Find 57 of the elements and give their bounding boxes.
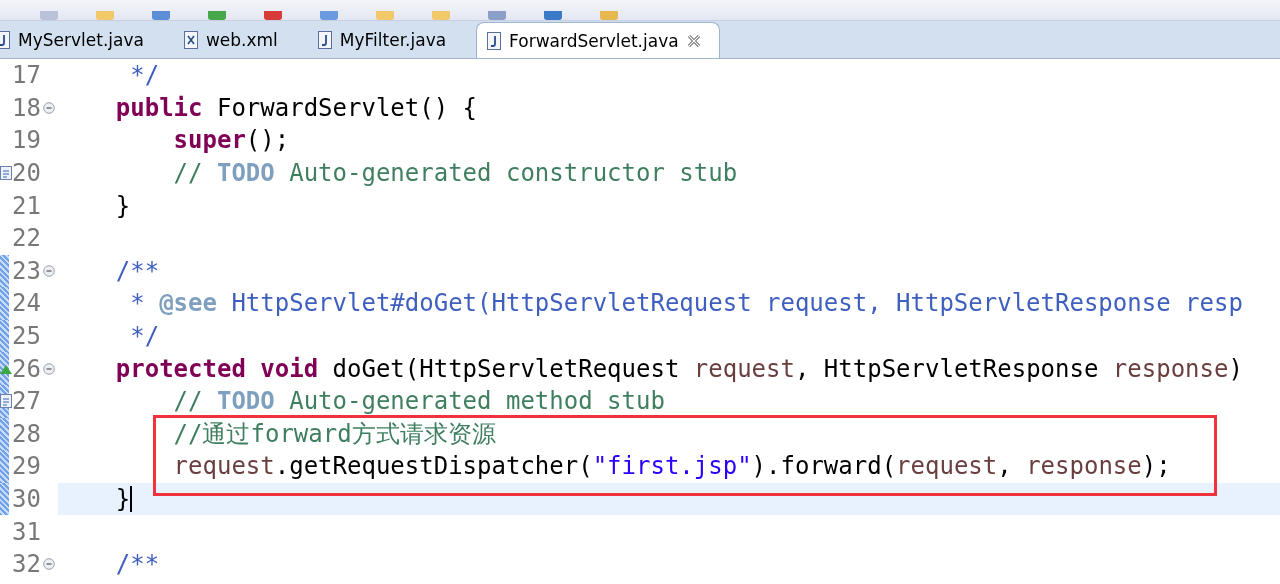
toolbar-icon[interactable] <box>376 11 394 20</box>
collapse-icon[interactable] <box>43 362 55 375</box>
toolbar-icon[interactable] <box>152 11 170 20</box>
text-cursor <box>130 486 133 512</box>
code-line: /** <box>114 550 160 579</box>
toolbar-icon[interactable] <box>544 11 562 20</box>
line-number: 20 <box>11 159 41 188</box>
line-number: 30 <box>11 485 41 513</box>
code-line: // TODO Auto-generated constructor stub <box>172 159 738 188</box>
line-number: 26 <box>11 354 41 383</box>
line-number: 25 <box>11 322 41 351</box>
editor-tab[interactable]: ForwardServlet.java <box>476 22 720 58</box>
code-line: */ <box>129 322 160 351</box>
toolbar-icon[interactable] <box>208 11 226 20</box>
code-line: } <box>114 191 131 220</box>
line-number: 28 <box>11 419 41 448</box>
code-line: public ForwardServlet() { <box>114 93 478 122</box>
editor-tab[interactable]: MyServlet.java <box>0 22 162 58</box>
line-number: 17 <box>11 61 41 90</box>
collapse-icon[interactable] <box>43 558 55 571</box>
java-file-icon <box>317 31 332 49</box>
line-number: 27 <box>11 387 41 416</box>
task-icon <box>0 394 12 409</box>
code-line: } <box>114 485 131 513</box>
toolbar-icon[interactable] <box>488 11 506 20</box>
line-number: 23 <box>11 256 41 285</box>
toolbar-icon[interactable] <box>264 11 282 20</box>
collapse-icon[interactable] <box>43 101 55 114</box>
code-line: // TODO Auto-generated method stub <box>172 387 665 416</box>
toolbar-icon[interactable] <box>432 11 450 20</box>
toolbar-icon[interactable] <box>320 11 338 20</box>
toolbar-icon[interactable] <box>96 11 114 20</box>
toolbar-icon[interactable] <box>40 11 58 20</box>
line-number: 31 <box>11 517 41 546</box>
line-number: 22 <box>11 224 41 253</box>
java-file-icon <box>487 31 502 50</box>
line-number: 29 <box>11 452 41 481</box>
code-line: protected void doGet(HttpServletRequest request, HttpServletResponse response) <box>114 354 1243 383</box>
code-line: */ <box>129 61 160 90</box>
line-number: 18 <box>11 93 41 122</box>
code-line: super(); <box>172 126 290 155</box>
editor-tab[interactable]: web.xml <box>183 22 296 58</box>
java-file-icon <box>0 31 10 49</box>
line-number: 21 <box>11 191 41 220</box>
code-line: /** <box>114 256 160 285</box>
line-number: 19 <box>11 126 41 155</box>
toolbar-icon[interactable] <box>600 11 618 20</box>
editor-tab[interactable]: MyFilter.java <box>317 22 465 58</box>
line-number: 32 <box>11 550 41 579</box>
code-line: //通过forward方式请求资源 <box>172 418 496 450</box>
code-line: request.getRequestDispatcher("first.jsp").forward(request, response); <box>172 452 1171 481</box>
xml-file-icon <box>183 31 198 49</box>
code-line: * @see HttpServlet#doGet(HttpServletRequest request, HttpServletResponse resp <box>129 289 1243 318</box>
close-icon[interactable] <box>686 33 701 48</box>
collapse-icon[interactable] <box>43 264 55 277</box>
line-number: 24 <box>11 289 41 318</box>
task-icon <box>0 166 12 181</box>
